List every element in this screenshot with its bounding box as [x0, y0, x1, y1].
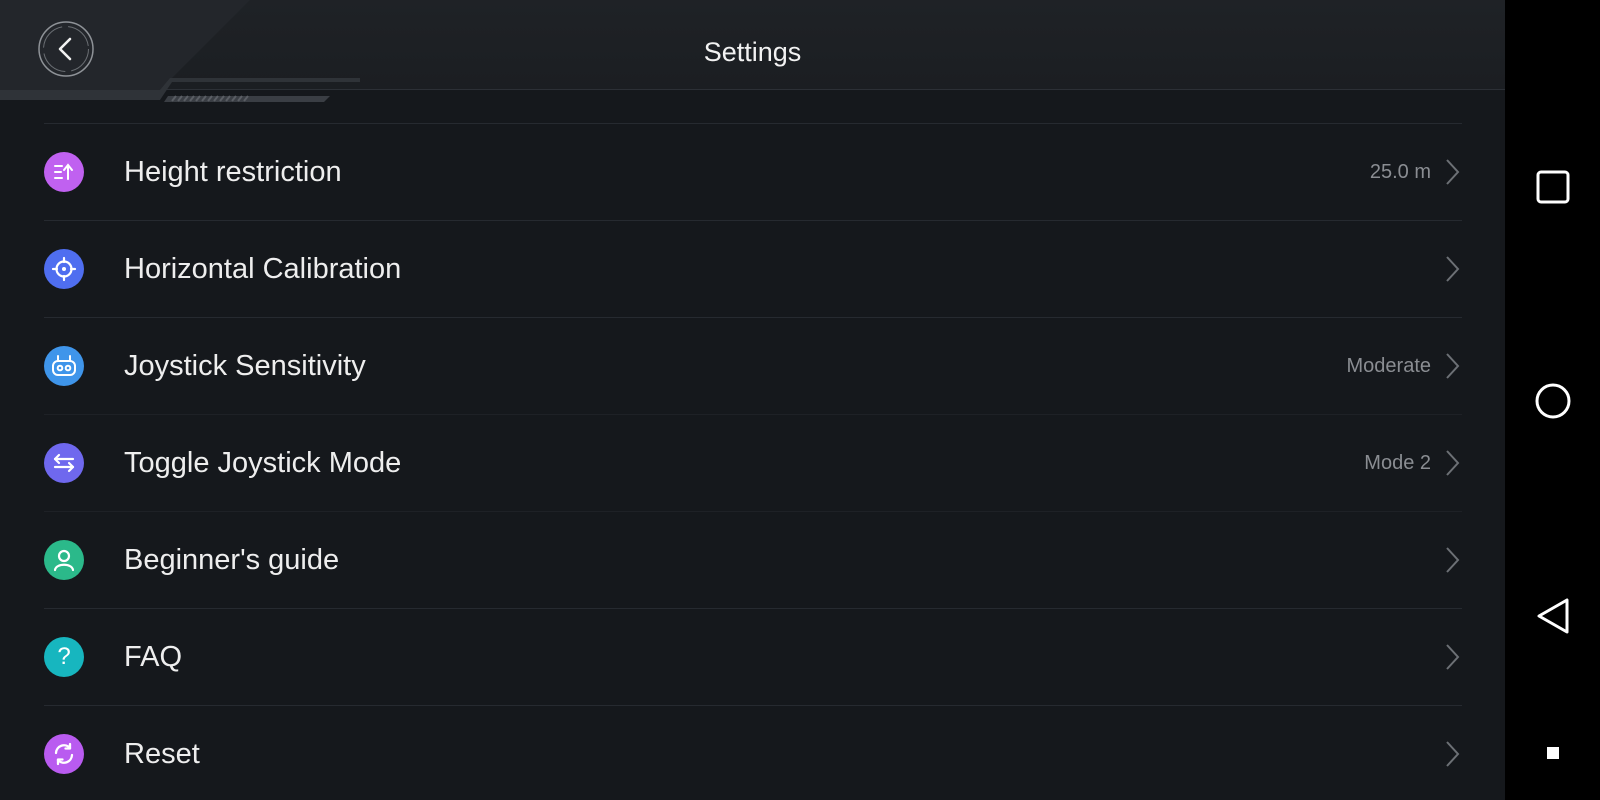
triangle-back-icon: [1537, 598, 1568, 634]
setting-row-toggle-joystick-mode[interactable]: Toggle Joystick Mode Mode 2: [44, 415, 1462, 512]
setting-label: Reset: [124, 737, 200, 770]
height-limit-icon: [44, 152, 84, 192]
chevron-right-icon: [1442, 318, 1462, 414]
setting-label: FAQ: [124, 640, 183, 673]
setting-label: Beginner's guide: [124, 543, 340, 576]
header-bar: Settings: [0, 0, 1505, 102]
chevron-right-icon: [1442, 512, 1462, 608]
setting-label: Height restriction: [124, 155, 342, 188]
setting-row-reset[interactable]: Reset: [44, 706, 1462, 800]
setting-row-faq[interactable]: ? FAQ: [44, 609, 1462, 706]
header-title-wrap: Settings: [0, 0, 1505, 90]
setting-row-horizontal-calibration[interactable]: Horizontal Calibration: [44, 221, 1462, 318]
user-icon: [44, 540, 84, 580]
setting-row-height-restriction[interactable]: Height restriction 25.0 m: [44, 124, 1462, 221]
setting-value: Mode 2: [1364, 451, 1431, 474]
chevron-right-icon: [1442, 221, 1462, 317]
settings-list: Height restriction 25.0 m Horizontal Cal…: [44, 123, 1462, 800]
setting-value: Moderate: [1346, 354, 1432, 377]
square-icon: [1536, 170, 1569, 204]
chevron-right-icon: [1442, 609, 1462, 705]
settings-screen: Settings Height restriction 25.0 m Horiz…: [0, 0, 1505, 800]
setting-label: Toggle Joystick Mode: [124, 446, 402, 479]
small-square-icon: [1546, 747, 1559, 759]
setting-row-beginners-guide[interactable]: Beginner's guide: [44, 512, 1462, 609]
setting-label: Joystick Sensitivity: [124, 349, 366, 382]
setting-value: 25.0 m: [1369, 160, 1431, 183]
crosshair-icon: [44, 249, 84, 289]
setting-row-joystick-sensitivity[interactable]: Joystick Sensitivity Moderate: [44, 318, 1462, 415]
question-icon: ?: [44, 637, 84, 677]
refresh-icon: [44, 734, 84, 774]
swap-arrows-icon: [44, 443, 84, 483]
small-square-button[interactable]: [1505, 718, 1600, 788]
recents-button[interactable]: [1505, 152, 1600, 222]
system-navigation-bar: [1505, 0, 1600, 800]
setting-label: Horizontal Calibration: [124, 252, 402, 285]
circle-icon: [1535, 383, 1570, 419]
controller-icon: [44, 346, 84, 386]
back-nav-button[interactable]: [1505, 581, 1600, 651]
home-button[interactable]: [1505, 366, 1600, 436]
chevron-right-icon: [1442, 124, 1462, 220]
chevron-right-icon: [1442, 415, 1462, 511]
page-title: Settings: [703, 37, 802, 67]
chevron-right-icon: [1442, 706, 1462, 800]
